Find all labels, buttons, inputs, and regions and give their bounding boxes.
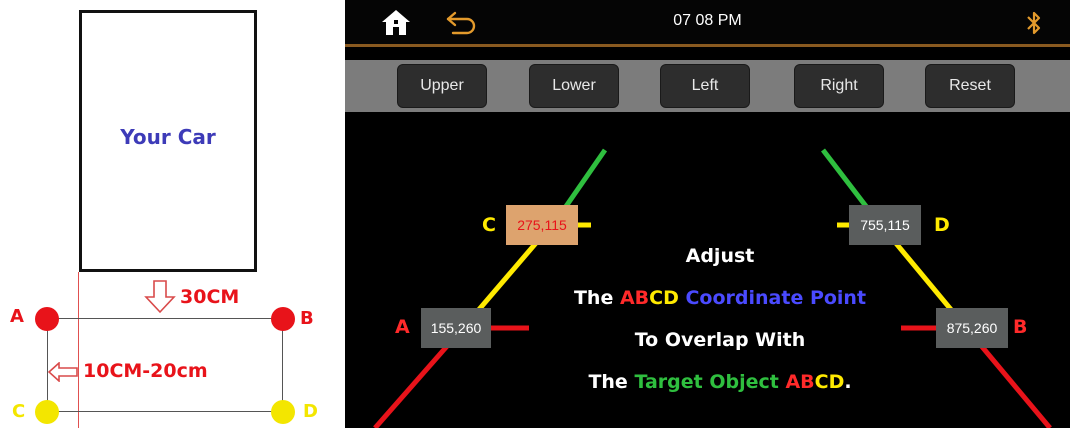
instruction-text: Adjust The ABCD Coordinate Point To Over… [540,238,900,406]
instruction-line-2: The ABCD Coordinate Point [573,287,867,309]
point-a-letter: A [395,316,410,338]
corner-label-d: D [303,401,318,422]
corner-dot-b [271,307,295,331]
corner-label-a: A [10,306,24,327]
instruction-line-1: Adjust [685,245,755,267]
corner-label-b: B [300,308,314,329]
corner-label-c: C [12,401,26,422]
point-d-letter: D [934,214,950,236]
instruction-line-4: The Target Object ABCD. [588,371,852,393]
car-label: Your Car [120,125,216,149]
car-outline: Your Car [79,10,257,272]
corner-dot-a [35,307,59,331]
point-b-letter: B [1013,316,1028,338]
point-b-coord[interactable]: 875,260 [936,308,1008,348]
down-arrow-icon [144,280,176,314]
left-arrow-icon [48,362,78,382]
point-c-letter: C [482,214,496,236]
installation-diagram: Your Car 30CM 10CM-20cm A B C D [0,0,345,428]
offset-label: 10CM-20cm [83,360,208,382]
corner-dot-c [35,400,59,424]
corner-dot-d [271,400,295,424]
point-a-coord[interactable]: 155,260 [421,308,491,348]
head-unit-screen: 07 08 PM Upper Lower Left Right Reset 27… [345,0,1070,428]
distance-label: 30CM [180,286,240,308]
instruction-line-3: To Overlap With [634,329,806,351]
